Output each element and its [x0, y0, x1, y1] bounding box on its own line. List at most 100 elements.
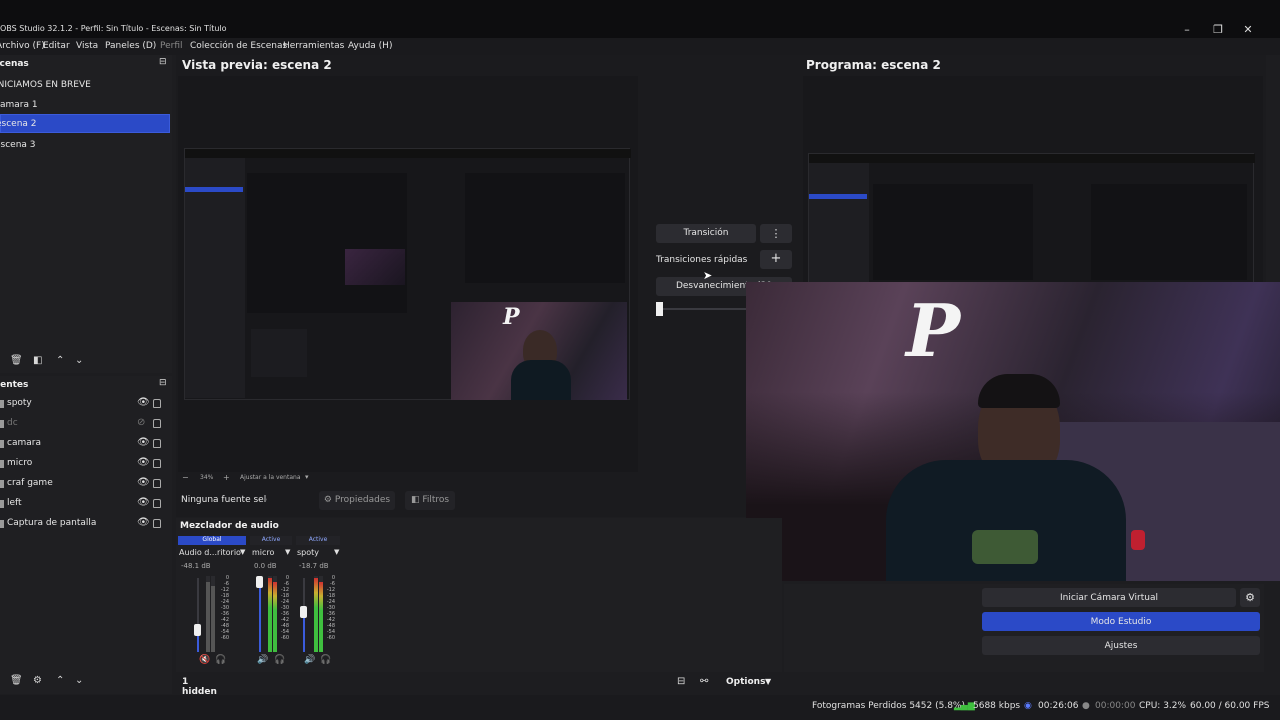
lock-icon[interactable]	[153, 459, 161, 468]
transition-slider-track[interactable]	[656, 308, 746, 310]
hidden-count: 1 hidden	[182, 677, 217, 697]
source-item[interactable]: dc ⊘	[0, 415, 170, 434]
lock-icon[interactable]	[153, 519, 161, 528]
volume-fader-handle[interactable]	[256, 576, 263, 588]
lock-icon[interactable]	[153, 499, 161, 508]
virtual-camera-button[interactable]: Iniciar Cámara Virtual	[982, 588, 1236, 607]
logo-p: P	[503, 304, 520, 330]
transition-button[interactable]: Transición	[656, 224, 756, 243]
chevron-down-icon[interactable]: ▼	[334, 548, 339, 556]
eye-icon[interactable]: 👁	[137, 437, 150, 448]
scene-item[interactable]: camara 1	[0, 96, 170, 115]
chevron-down-icon[interactable]: ▼	[240, 548, 245, 556]
headphones-icon[interactable]: 🎧	[215, 655, 226, 665]
headphones-icon[interactable]: 🎧	[320, 655, 331, 665]
source-item[interactable]: left 👁	[0, 495, 170, 514]
scene-filter-icon[interactable]: ◧	[33, 355, 42, 366]
channel-name[interactable]: Audio d...ritorio	[179, 548, 241, 557]
headphones-icon[interactable]: 🎧	[274, 655, 285, 665]
transition-slider-handle[interactable]	[656, 302, 663, 316]
eye-hidden-icon[interactable]: ⊘	[137, 417, 145, 428]
source-item[interactable]: micro 👁	[0, 455, 170, 474]
source-item[interactable]: spoty 👁	[0, 395, 170, 414]
add-quick-transition-icon[interactable]: +	[760, 250, 792, 269]
chevron-down-icon[interactable]: ▼	[765, 677, 771, 686]
move-down-icon[interactable]: ⌄	[75, 675, 83, 686]
eye-icon[interactable]: 👁	[137, 517, 150, 528]
menu-tools[interactable]: Herramientas	[283, 41, 344, 51]
preview-canvas[interactable]: P	[178, 76, 638, 472]
studio-mode-button[interactable]: Modo Estudio	[982, 612, 1260, 631]
move-up-icon[interactable]: ⌃	[56, 675, 64, 686]
options-menu[interactable]: Options	[726, 677, 765, 687]
dock-menu-icon[interactable]: ⊟	[159, 57, 167, 67]
volume-fader-handle[interactable]	[300, 606, 307, 618]
eye-icon[interactable]: 👁	[137, 477, 150, 488]
fit-to-window[interactable]: Ajustar a la ventana	[240, 474, 301, 481]
lock-icon[interactable]	[153, 399, 161, 408]
record-time: 00:00:00	[1095, 701, 1136, 711]
remove-scene-icon[interactable]: 🗑	[10, 355, 23, 366]
scene-item-selected[interactable]: escena 2	[0, 114, 170, 133]
lock-icon[interactable]	[153, 479, 161, 488]
filters-button[interactable]: ◧ Filtros	[405, 491, 455, 510]
channel-tab[interactable]: Active	[296, 536, 340, 545]
source-checkbox[interactable]	[0, 440, 4, 448]
menu-profile[interactable]: Perfil	[160, 41, 183, 51]
restore-icon[interactable]: ❐	[1210, 23, 1226, 36]
gear-icon[interactable]: ⚙	[33, 675, 42, 686]
eye-icon[interactable]: 👁	[137, 457, 150, 468]
zoom-out-icon[interactable]: −	[182, 473, 189, 482]
channel-tab[interactable]: Global	[178, 536, 246, 545]
menu-file[interactable]: Archivo (F)	[0, 41, 45, 51]
channel-name[interactable]: micro	[252, 548, 274, 557]
source-checkbox[interactable]	[0, 480, 4, 488]
db-scale-tick: -60	[326, 635, 335, 641]
eye-icon[interactable]: 👁	[137, 397, 150, 408]
move-down-icon[interactable]: ⌄	[75, 355, 83, 366]
program-canvas	[803, 76, 1263, 286]
logo-p: P	[906, 288, 961, 373]
title-bar: OBS Studio 32.1.2 - Perfil: Sin Título -…	[0, 0, 1280, 38]
chevron-down-icon[interactable]: ▼	[285, 548, 290, 556]
move-up-icon[interactable]: ⌃	[56, 355, 64, 366]
muted-speaker-icon[interactable]: 🔇	[199, 655, 210, 665]
link-icon[interactable]: ⚯	[700, 676, 708, 687]
speaker-icon[interactable]: 🔊	[257, 655, 268, 665]
source-item[interactable]: Captura de pantalla 👁	[0, 515, 170, 534]
menu-docks[interactable]: Paneles (D)	[105, 41, 156, 51]
menu-scene-collection[interactable]: Colección de Escenas	[190, 41, 287, 51]
volume-fader[interactable]	[259, 578, 261, 652]
source-checkbox[interactable]	[0, 500, 4, 508]
menu-help[interactable]: Ayuda (H)	[348, 41, 392, 51]
source-checkbox[interactable]	[0, 400, 4, 408]
menu-edit[interactable]: Editar	[43, 41, 70, 51]
volume-fader-handle[interactable]	[194, 624, 201, 636]
gear-icon[interactable]: ⚙	[1240, 588, 1260, 607]
channel-tab[interactable]: Active	[250, 536, 292, 545]
source-item[interactable]: camara 👁	[0, 435, 170, 454]
eye-icon[interactable]: 👁	[137, 497, 150, 508]
settings-button[interactable]: Ajustes	[982, 636, 1260, 655]
source-checkbox[interactable]	[0, 420, 4, 428]
speaker-icon[interactable]: 🔊	[304, 655, 315, 665]
volume-fader[interactable]	[197, 578, 199, 652]
properties-button[interactable]: ⚙ Propiedades	[319, 491, 395, 510]
close-icon[interactable]: ✕	[1240, 23, 1256, 36]
channel-name[interactable]: spoty	[297, 548, 319, 557]
source-checkbox[interactable]	[0, 520, 4, 528]
lock-icon[interactable]	[153, 419, 161, 428]
scene-item[interactable]: escena 3	[0, 136, 170, 155]
scene-item[interactable]: INICIAMOS EN BREVE	[0, 76, 170, 95]
transition-menu-icon[interactable]: ⋮	[760, 224, 792, 243]
lock-icon[interactable]	[153, 439, 161, 448]
menu-view[interactable]: Vista	[76, 41, 98, 51]
chevron-down-icon[interactable]: ▾	[305, 473, 309, 481]
source-item[interactable]: craf game 👁	[0, 475, 170, 494]
dock-menu-icon[interactable]: ⊟	[159, 378, 167, 388]
remove-source-icon[interactable]: 🗑	[10, 675, 23, 686]
zoom-in-icon[interactable]: +	[223, 473, 230, 482]
minimize-icon[interactable]: –	[1179, 23, 1195, 36]
source-checkbox[interactable]	[0, 460, 4, 468]
layout-icon[interactable]: ⊟	[677, 676, 685, 687]
